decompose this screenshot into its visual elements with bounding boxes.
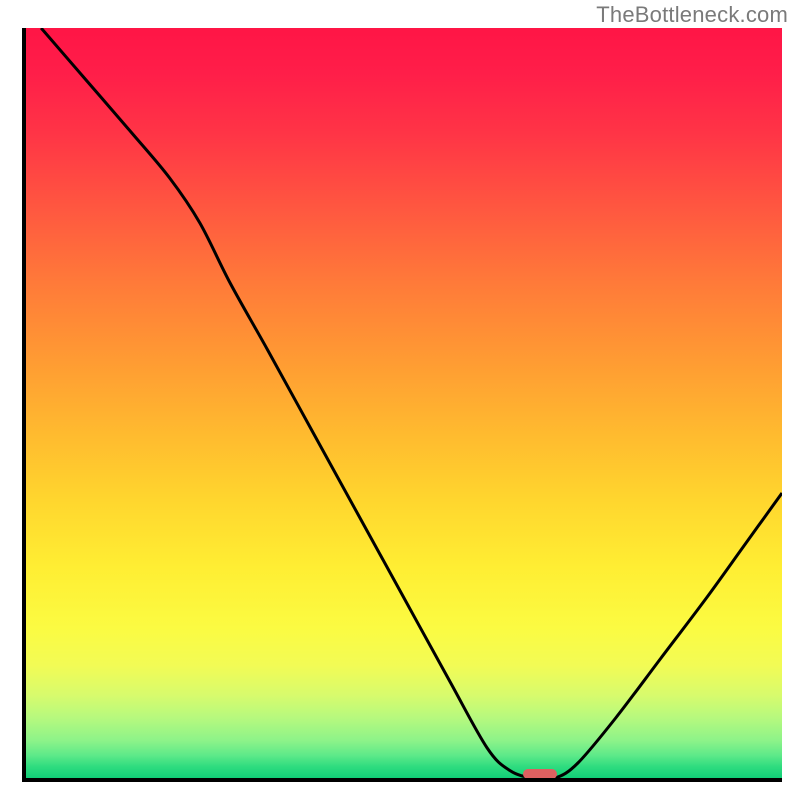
optimal-marker	[523, 769, 557, 779]
watermark-text: TheBottleneck.com	[596, 2, 788, 28]
bottleneck-curve	[26, 28, 782, 778]
plot-area	[22, 28, 782, 782]
chart-container: TheBottleneck.com	[0, 0, 800, 800]
